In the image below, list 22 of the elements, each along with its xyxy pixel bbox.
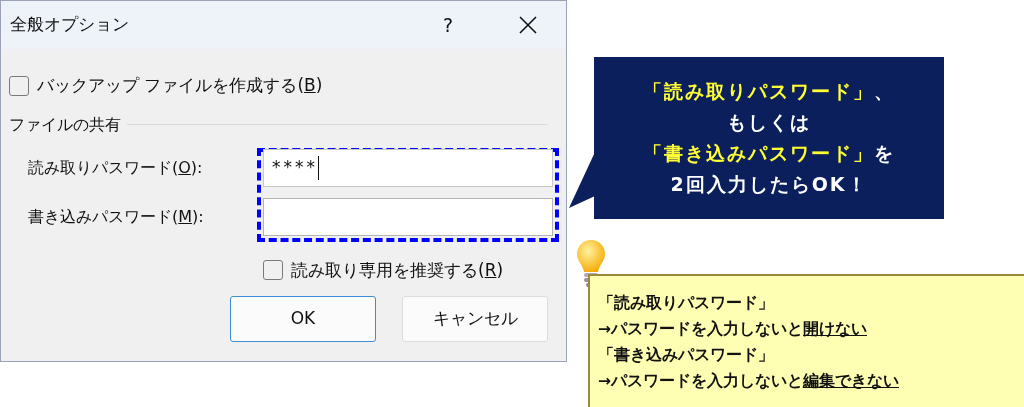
callout-line: もしくは (727, 110, 811, 135)
checkbox-label: バックアップ ファイルを作成する(B) (37, 74, 323, 97)
checkbox[interactable] (9, 75, 29, 96)
callout-line: 2回入力したらOK！ (670, 172, 868, 197)
callout-line: 「書き込みパスワード」を (643, 141, 895, 166)
callout-line: 「読み取りパスワード」、 (643, 79, 895, 104)
note-line: →パスワードを入力しないと開けない (598, 318, 868, 340)
field-label: 書き込みパスワード(M): (27, 205, 205, 228)
note-line: 「書き込みパスワード」 (598, 344, 775, 366)
note-line: →パスワードを入力しないと編集できない (598, 370, 900, 392)
field-label: 読み取りパスワード(O): (27, 156, 204, 179)
help-button[interactable]: ? (428, 7, 468, 43)
password-field[interactable] (263, 197, 553, 236)
dialog-button[interactable]: キャンセル (402, 296, 548, 342)
dialog-button[interactable]: OK (230, 296, 376, 342)
checkbox-label: 読み取り専用を推奨する(R) (291, 258, 504, 282)
window-title: 全般オプション (10, 13, 129, 37)
close-icon (518, 15, 538, 35)
password-field[interactable]: **** (263, 148, 553, 187)
checkbox[interactable] (263, 260, 283, 281)
group-heading: ファイルの共有 (9, 113, 121, 136)
note-line: 「読み取りパスワード」 (598, 292, 775, 314)
